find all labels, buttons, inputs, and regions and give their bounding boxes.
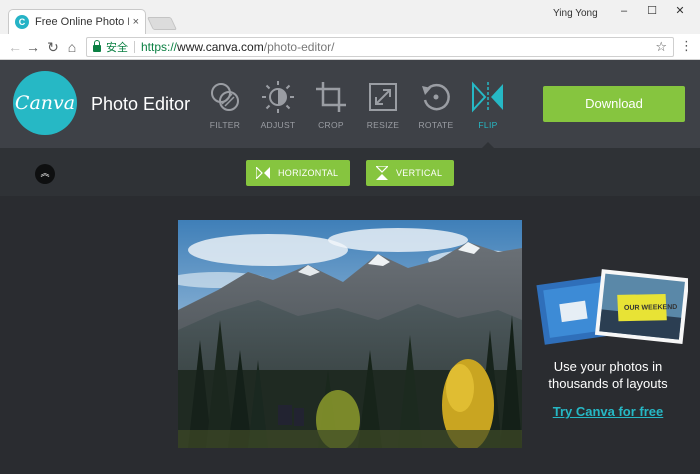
home-icon[interactable]: ⌂ (63, 38, 81, 56)
flip-icon (472, 81, 503, 113)
flip-horizontal-label: HORIZONTAL (278, 168, 339, 178)
page-title: Photo Editor (91, 94, 191, 114)
tool-flip-label: FLIP (478, 120, 498, 130)
minimize-button[interactable]: – (614, 3, 634, 19)
tool-adjust[interactable]: ADJUST (252, 80, 304, 130)
mountain-photo[interactable] (178, 220, 522, 448)
flip-horizontal-icon (256, 167, 270, 179)
download-button[interactable]: Download (543, 86, 685, 122)
new-tab-button[interactable] (146, 17, 178, 30)
lock-icon (93, 40, 101, 52)
forward-arrow-icon[interactable]: → (24, 38, 42, 56)
tool-resize[interactable]: RESIZE (357, 80, 409, 130)
close-window-button[interactable]: ✕ (670, 3, 690, 19)
promo-card-text: OUR WEEKEND (624, 304, 677, 312)
resize-icon (369, 83, 397, 111)
flip-horizontal-button[interactable]: HORIZONTAL (246, 160, 350, 186)
tab-title: Free Online Photo Edito (35, 16, 129, 28)
tool-crop-label: CROP (318, 120, 344, 130)
promo-layouts-image: OUR WEEKEND (536, 269, 688, 345)
url-path: /photo-editor/ (263, 40, 335, 54)
tool-rotate-label: ROTATE (418, 120, 454, 130)
try-canva-link[interactable]: Try Canva for free (530, 404, 686, 419)
tool-flip[interactable]: FLIP (462, 80, 514, 130)
browser-menu-icon[interactable]: ⋮ (680, 39, 693, 53)
tool-crop[interactable]: CROP (305, 80, 357, 130)
flip-vertical-label: VERTICAL (396, 168, 443, 178)
back-arrow-icon[interactable]: ← (6, 38, 24, 56)
flip-vertical-button[interactable]: VERTICAL (366, 160, 454, 186)
tool-adjust-label: ADJUST (260, 120, 296, 130)
tool-rotate[interactable]: ROTATE (410, 80, 462, 130)
flip-vertical-icon (376, 166, 388, 180)
rotate-icon (422, 83, 450, 111)
reload-icon[interactable]: ↻ (44, 38, 62, 56)
mountain-photo-image (178, 220, 522, 448)
profile-name[interactable]: Ying Yong (553, 8, 598, 19)
omnibox-divider (134, 41, 135, 53)
crop-icon (316, 82, 346, 112)
browser-toolbar: ← → ↻ ⌂ 安全 https:// www.canva.com /photo… (0, 34, 700, 60)
bookmark-star-icon[interactable]: ☆ (655, 39, 667, 55)
filter-icon (211, 83, 239, 111)
tool-resize-label: RESIZE (366, 120, 400, 130)
adjust-icon (262, 81, 294, 113)
tool-filter[interactable]: FILTER (199, 80, 251, 130)
browser-tab[interactable]: C Free Online Photo Edito × (8, 9, 146, 34)
tab-close-icon[interactable]: × (133, 16, 139, 28)
tool-filter-label: FILTER (209, 120, 241, 130)
promo-text: Use your photos in thousands of layouts (548, 359, 668, 391)
address-bar[interactable]: 安全 https:// www.canva.com /photo-editor/… (86, 37, 674, 57)
canva-favicon-icon: C (15, 15, 29, 29)
url-scheme: https:// (141, 40, 178, 54)
flip-options-bar: ︽ HORIZONTAL VERTICAL (0, 148, 700, 196)
collapse-toolbar-button[interactable]: ︽ (35, 164, 55, 184)
browser-titlebar: C Free Online Photo Edito × Ying Yong – … (0, 0, 700, 34)
secure-label: 安全 (106, 42, 128, 54)
url-host: www.canva.com (177, 40, 264, 54)
canva-logo[interactable]: Canva (13, 71, 77, 135)
editor-canvas: OUR WEEKEND Use your photos in thousands… (0, 196, 700, 474)
maximize-button[interactable]: ☐ (642, 3, 662, 19)
